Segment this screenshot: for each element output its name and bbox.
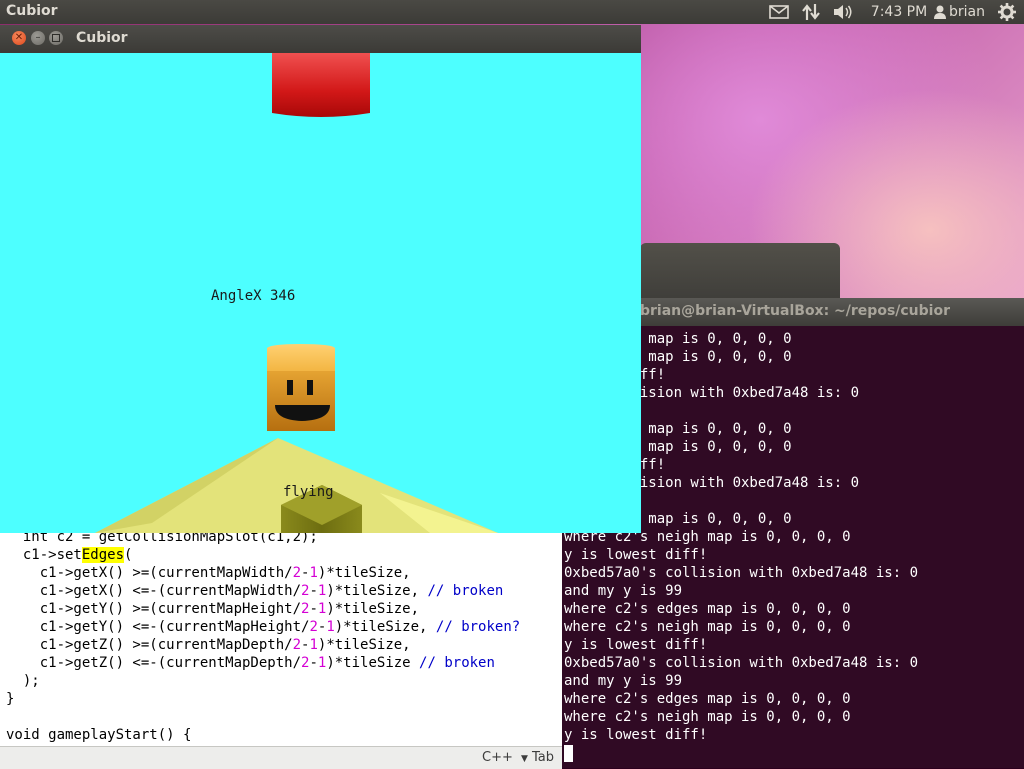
code-line[interactable]: c1->setEdges( [6, 546, 520, 564]
player-cube [267, 344, 335, 431]
game-viewport[interactable]: AngleX 346 flying [0, 53, 641, 533]
language-selector[interactable]: C++ ▼ [482, 750, 528, 765]
code-line[interactable]: c1->getX() >=(currentMapWidth/2-1)*tileS… [6, 564, 520, 582]
code-line[interactable]: c1->getZ() >=(currentMapDepth/2-1)*tileS… [6, 636, 520, 654]
code-area[interactable]: int c2 = getCollisionMapSlot(c1,2); c1->… [6, 528, 520, 744]
code-line[interactable]: } [6, 690, 520, 708]
code-number: 1 [326, 619, 335, 635]
red-block [272, 53, 370, 117]
terminal-line: and my y is 99 [564, 673, 683, 689]
terminal-line: y is lowest diff! [564, 637, 708, 653]
code-number: 1 [309, 637, 318, 653]
mail-icon[interactable] [766, 0, 792, 24]
code-line[interactable]: c1->getX() <=-(currentMapWidth/2-1)*tile… [6, 582, 520, 600]
code-token: ); [6, 673, 40, 689]
maximize-icon [52, 34, 60, 42]
code-token: c1->set [6, 547, 82, 563]
minimize-icon: – [35, 32, 41, 43]
terminal-line: y is lowest diff! [564, 727, 708, 743]
code-token: c1->getY() <=-(currentMapHeight/ [6, 619, 310, 635]
angle-readout: AngleX 346 [211, 288, 296, 304]
code-line[interactable] [6, 708, 520, 726]
code-line[interactable]: void gameplayStart() { [6, 726, 520, 744]
code-token: - [309, 583, 318, 599]
network-arrows-icon[interactable] [798, 0, 824, 24]
player-state-label: flying [283, 484, 334, 500]
code-token: )*tileSize [326, 655, 420, 671]
code-token: )*tileSize, [334, 619, 436, 635]
terminal-line: where c2's edges map is 0, 0, 0, 0 [564, 601, 851, 617]
chevron-down-icon: ▼ [521, 754, 528, 764]
code-number: 1 [309, 565, 318, 581]
code-line[interactable]: c1->getZ() <=-(currentMapDepth/2-1)*tile… [6, 654, 520, 672]
maximize-button[interactable] [49, 31, 63, 45]
code-token: )*tileSize, [326, 601, 420, 617]
code-comment: // broken? [435, 619, 521, 635]
volume-icon[interactable] [830, 0, 856, 24]
code-token: void gameplayStart() { [6, 727, 192, 743]
terminal-cursor [564, 745, 573, 762]
terminal-line: where c2's edges map is 0, 0, 0, 0 [564, 691, 851, 707]
minimize-button[interactable]: – [31, 31, 45, 45]
terminal-line: where c2's neigh map is 0, 0, 0, 0 [564, 709, 851, 725]
language-label: C++ [482, 750, 513, 765]
code-token: } [6, 691, 15, 707]
background-window[interactable] [640, 243, 840, 303]
game-scene [95, 53, 498, 533]
user-name[interactable]: brian [949, 0, 991, 24]
terminal-prompt[interactable] [564, 744, 1024, 762]
clock[interactable]: 7:43 PM [866, 0, 932, 24]
close-icon: ✕ [14, 32, 24, 43]
user-icon[interactable] [932, 0, 948, 24]
code-number: 2 [309, 619, 318, 635]
code-token: ( [124, 547, 133, 563]
tab-width-selector[interactable]: Tab [532, 750, 554, 765]
code-token: c1->getY() >=(currentMapHeight/ [6, 601, 302, 617]
code-token: c1->getZ() >=(currentMapDepth/ [6, 637, 293, 653]
code-editor[interactable]: int c2 = getCollisionMapSlot(c1,2); c1->… [0, 528, 562, 768]
terminal-line: 0xbed57a0's collision with 0xbed7a48 is:… [564, 655, 919, 671]
top-panel: Cubior 7:43 PM brian [0, 0, 1024, 24]
code-token: )*tileSize, [326, 583, 428, 599]
code-line[interactable]: c1->getY() >=(currentMapHeight/2-1)*tile… [6, 600, 520, 618]
code-line[interactable]: ); [6, 672, 520, 690]
code-number: 2 [292, 565, 302, 581]
terminal-line: and my y is 99 [564, 583, 683, 599]
code-token: c1->getX() <=-(currentMapWidth/ [6, 583, 302, 599]
code-comment: // broken [419, 655, 495, 671]
code-number: 2 [292, 637, 302, 653]
code-token: - [309, 601, 318, 617]
active-app-name: Cubior [6, 3, 58, 19]
code-line[interactable]: c1->getY() <=-(currentMapHeight/2-1)*til… [6, 618, 521, 636]
terminal-line: 0xbed57a0's collision with 0xbed7a48 is:… [564, 565, 919, 581]
editor-statusbar: C++ ▼ Tab [0, 746, 562, 769]
code-token: c1->getX() >=(currentMapWidth/ [6, 565, 293, 581]
game-window[interactable]: ✕ – Cubior AngleX 346 flying [0, 25, 641, 533]
terminal-line: where c2's neigh map is 0, 0, 0, 0 [564, 619, 851, 635]
game-window-title: Cubior [76, 30, 128, 46]
game-titlebar[interactable]: ✕ – Cubior [0, 25, 641, 52]
code-comment: // broken [427, 583, 504, 599]
power-gear-icon[interactable] [994, 0, 1020, 24]
code-token: c1->getZ() <=-(currentMapDepth/ [6, 655, 302, 671]
code-token: - [309, 655, 318, 671]
code-token: )*tileSize, [317, 565, 411, 581]
close-button[interactable]: ✕ [12, 31, 26, 45]
code-token: )*tileSize, [317, 637, 411, 653]
terminal-title: brian@brian-VirtualBox: ~/repos/cubior [640, 303, 950, 319]
terminal-line: y is lowest diff! [564, 547, 708, 563]
code-highlight: Edges [81, 547, 125, 563]
